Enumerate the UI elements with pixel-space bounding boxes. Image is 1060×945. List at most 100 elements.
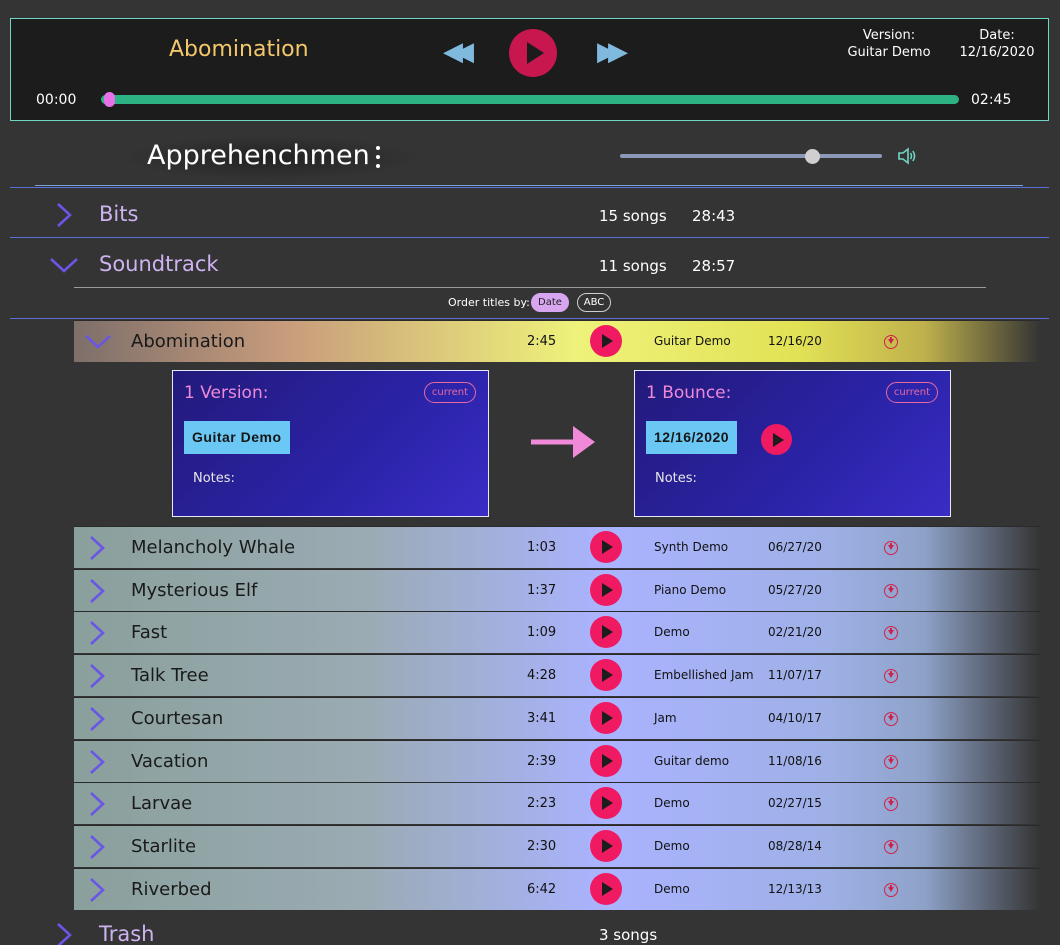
song-row[interactable]: Courtesan 3:41 Jam 04/10/17 (74, 697, 1040, 739)
download-icon[interactable] (884, 840, 898, 854)
download-icon[interactable] (884, 626, 898, 640)
bounce-play-button[interactable] (761, 424, 792, 455)
version-notes: Notes: (193, 471, 235, 486)
order-by-abc-button[interactable]: ABC (577, 293, 611, 312)
total-time: 02:45 (971, 92, 1012, 108)
album-song-count: 11 songs (599, 257, 667, 275)
song-version: Embellished Jam (654, 668, 754, 682)
song-play-button[interactable] (590, 787, 622, 819)
album-song-count: 3 songs (599, 926, 658, 944)
chevron-right-icon[interactable] (88, 535, 106, 561)
download-icon[interactable] (884, 712, 898, 726)
song-date: 05/27/20 (768, 583, 822, 597)
album-title: Trash (99, 922, 155, 945)
chevron-right-icon[interactable] (88, 834, 106, 860)
song-length: 4:28 (527, 668, 557, 683)
song-version: Guitar demo (654, 754, 730, 768)
chevron-right-icon (57, 923, 72, 945)
song-row[interactable]: Mysterious Elf 1:37 Piano Demo 05/27/20 (74, 569, 1040, 611)
song-date: 11/07/17 (768, 668, 822, 682)
song-length: 1:03 (527, 540, 557, 555)
song-title: Melancholy Whale (131, 537, 296, 558)
song-length: 1:37 (527, 583, 557, 598)
chevron-right-icon[interactable] (88, 706, 106, 732)
progress-handle[interactable] (104, 92, 115, 107)
song-date: 11/08/16 (768, 754, 822, 768)
song-date: 04/10/17 (768, 711, 822, 725)
song-play-button[interactable] (590, 702, 622, 734)
chevron-right-icon[interactable] (88, 791, 106, 817)
play-icon (602, 625, 613, 639)
version-chip[interactable]: Guitar Demo (184, 421, 290, 454)
order-by-date-button[interactable]: Date (531, 293, 569, 312)
song-version: Demo (654, 839, 690, 853)
chevron-right-icon[interactable] (88, 620, 106, 646)
order-label: Order titles by: (448, 296, 530, 309)
speaker-icon[interactable] (897, 147, 917, 165)
song-row[interactable]: Abomination 2:45 Guitar Demo 12/16/20 (74, 320, 1040, 362)
song-row[interactable]: Riverbed 6:42 Demo 12/13/13 (74, 868, 1040, 910)
kebab-menu-icon[interactable] (375, 146, 381, 168)
bounce-notes: Notes: (655, 471, 697, 486)
song-length: 2:39 (527, 754, 557, 769)
chevron-right-icon[interactable] (88, 578, 106, 604)
play-icon (602, 839, 613, 853)
song-play-button[interactable] (590, 659, 622, 691)
fast-forward-button[interactable]: ▶▶ (597, 37, 628, 67)
download-icon[interactable] (884, 797, 898, 811)
volume-slider[interactable] (620, 154, 882, 158)
song-row[interactable]: Talk Tree 4:28 Embellished Jam 11/07/17 (74, 654, 1040, 696)
chevron-right-icon[interactable] (88, 749, 106, 775)
song-title: Abomination (131, 331, 246, 352)
album-title: Soundtrack (99, 252, 219, 276)
bounce-chip[interactable]: 12/16/2020 (646, 421, 738, 454)
chevron-right-icon[interactable] (88, 663, 106, 689)
download-icon[interactable] (884, 541, 898, 555)
album-duration: 28:57 (692, 257, 736, 275)
fast-forward-icon: ▶▶ (597, 37, 628, 67)
current-time: 00:00 (36, 92, 77, 108)
chevron-right-icon[interactable] (88, 877, 106, 903)
download-icon[interactable] (884, 883, 898, 897)
song-row[interactable]: Vacation 2:39 Guitar demo 11/08/16 (74, 740, 1040, 782)
song-date: 08/28/14 (768, 839, 822, 853)
album-row-soundtrack[interactable]: Soundtrack 11 songs 28:57 (10, 240, 1049, 290)
album-row-bits[interactable]: Bits 15 songs 28:43 (10, 190, 1049, 240)
play-icon (602, 583, 613, 597)
song-play-button[interactable] (590, 830, 622, 862)
song-play-button[interactable] (590, 531, 622, 563)
download-icon[interactable] (884, 335, 898, 349)
song-row[interactable]: Melancholy Whale 1:03 Synth Demo 06/27/20 (74, 526, 1040, 568)
band-name: Apprehenchmen (147, 140, 370, 171)
volume-handle[interactable] (805, 149, 820, 164)
play-icon (602, 882, 613, 896)
divider (74, 287, 986, 288)
song-version: Demo (654, 625, 690, 639)
song-play-button[interactable] (590, 325, 622, 357)
bounces-card: 1 Bounce: current 12/16/2020 Notes: (634, 370, 951, 517)
song-version: Synth Demo (654, 540, 729, 554)
current-badge: current (423, 382, 476, 403)
song-row[interactable]: Starlite 2:30 Demo 08/28/14 (74, 825, 1040, 867)
song-length: 1:09 (527, 625, 557, 640)
rewind-icon: ◀◀ (443, 37, 474, 67)
progress-bar[interactable] (101, 95, 959, 104)
song-play-button[interactable] (590, 873, 622, 905)
download-icon[interactable] (884, 669, 898, 683)
song-title: Starlite (131, 836, 197, 857)
play-button[interactable] (509, 29, 557, 77)
chevron-down-icon[interactable] (84, 333, 112, 351)
song-play-button[interactable] (590, 616, 622, 648)
song-title: Fast (131, 622, 168, 643)
download-icon[interactable] (884, 584, 898, 598)
versions-card: 1 Version: current Guitar Demo Notes: (172, 370, 489, 517)
song-row[interactable]: Larvae 2:23 Demo 02/27/15 (74, 782, 1040, 824)
rewind-button[interactable]: ◀◀ (443, 37, 474, 67)
song-length: 6:42 (527, 882, 557, 897)
song-play-button[interactable] (590, 745, 622, 777)
song-row[interactable]: Fast 1:09 Demo 02/21/20 (74, 611, 1040, 653)
bounces-heading: 1 Bounce: (646, 383, 732, 403)
download-icon[interactable] (884, 755, 898, 769)
album-row-trash[interactable]: Trash 3 songs (10, 912, 1049, 945)
song-play-button[interactable] (590, 574, 622, 606)
